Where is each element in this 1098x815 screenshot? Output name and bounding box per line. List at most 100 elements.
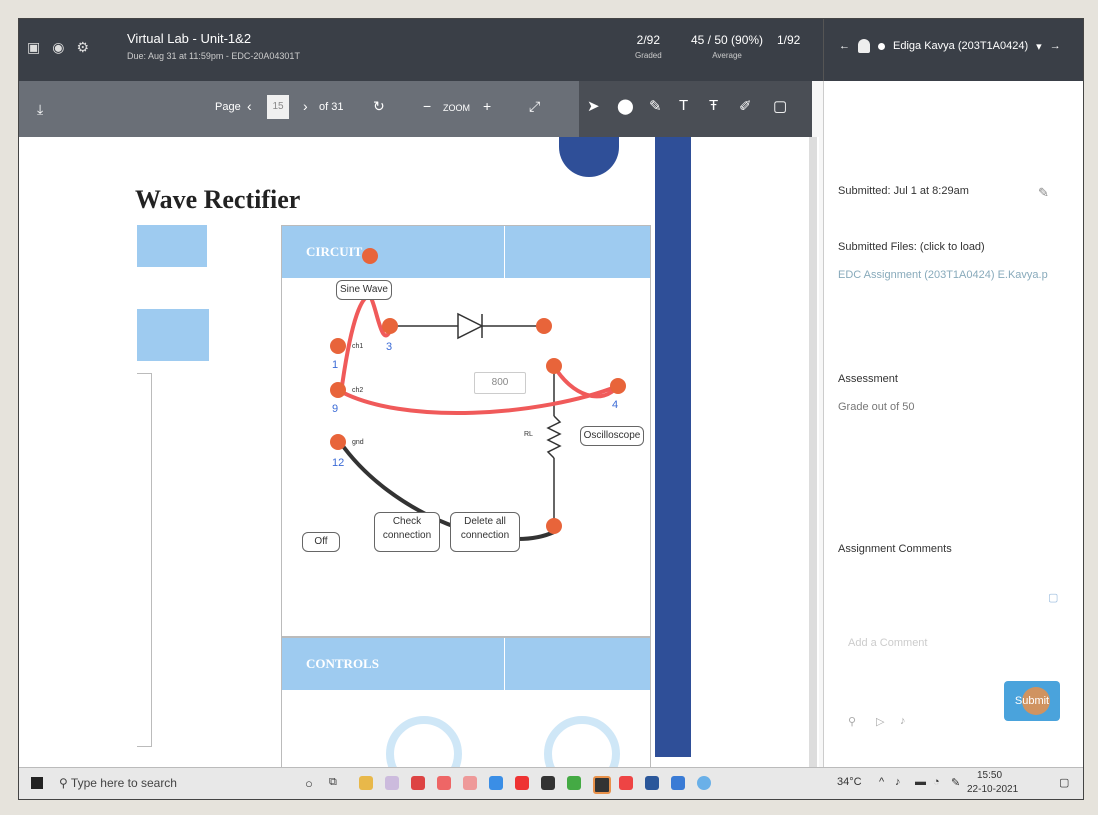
header-divider bbox=[823, 19, 824, 81]
node-label-9: 9 bbox=[332, 403, 338, 415]
left-panel-frame bbox=[137, 373, 152, 747]
pointer-icon[interactable]: ➤ bbox=[587, 97, 600, 115]
eye-icon[interactable]: ◉ bbox=[52, 39, 64, 56]
red-wire-osc bbox=[552, 364, 620, 399]
submit-button[interactable]: Submit bbox=[1004, 681, 1060, 721]
node-osc bbox=[610, 378, 626, 394]
tray-chevron-icon[interactable]: ^ bbox=[879, 776, 884, 788]
highlight-icon[interactable]: ✎ bbox=[649, 97, 662, 115]
off-button[interactable]: Off bbox=[302, 532, 340, 552]
zoom-out-icon[interactable]: − bbox=[423, 98, 431, 114]
pen-icon[interactable]: ✐ bbox=[739, 97, 752, 115]
wifi-icon[interactable]: ◔ bbox=[933, 776, 940, 788]
photos-icon[interactable] bbox=[671, 776, 685, 790]
gnd-label: gnd bbox=[352, 439, 364, 446]
prev-arrow-icon[interactable]: ← bbox=[839, 40, 850, 52]
assignment-comments-heading: Assignment Comments bbox=[838, 543, 952, 555]
submitted-date: Submitted: Jul 1 at 8:29am bbox=[838, 185, 969, 197]
word-icon[interactable] bbox=[645, 776, 659, 790]
app-icon-1[interactable] bbox=[385, 776, 399, 790]
download-icon[interactable]: ⤓ bbox=[37, 101, 43, 118]
app-icon-5[interactable] bbox=[541, 776, 555, 790]
volume-icon[interactable]: ♪ bbox=[895, 776, 901, 788]
gear-icon[interactable]: ⚙ bbox=[76, 39, 89, 56]
pencil-icon[interactable]: ✎ bbox=[1038, 185, 1049, 201]
node-ch1 bbox=[330, 338, 346, 354]
page-input[interactable]: 15 bbox=[267, 95, 289, 119]
sticky-notes-icon[interactable] bbox=[593, 776, 611, 794]
red-wire-sine bbox=[340, 293, 394, 387]
document-scrollbar[interactable] bbox=[809, 137, 817, 767]
node-3 bbox=[382, 318, 398, 334]
zoom-label: ZOOM bbox=[443, 103, 470, 113]
fullscreen-icon[interactable]: ⤢ bbox=[529, 98, 540, 115]
position-value: 1/92 bbox=[777, 33, 801, 47]
document-icon[interactable]: ▣ bbox=[27, 39, 40, 56]
node-label-1: 1 bbox=[332, 359, 338, 371]
attach-icon[interactable]: ⚲ bbox=[848, 715, 856, 728]
pen-tray-icon[interactable]: ✎ bbox=[951, 776, 960, 789]
app-icon-6[interactable] bbox=[619, 776, 633, 790]
assessment-heading: Assessment bbox=[838, 373, 898, 385]
document-area: Wave Rectifier CIRCUIT ch1 ch2 gnd 1 3 9… bbox=[19, 137, 819, 792]
rotate-icon[interactable]: ↻ bbox=[373, 98, 385, 115]
notification-icon[interactable]: ▢ bbox=[1059, 776, 1069, 789]
graded-stat: 2/92 Graded bbox=[635, 33, 662, 60]
check-connection-button[interactable]: Check connection bbox=[374, 512, 440, 552]
oscilloscope-button[interactable]: Oscilloscope bbox=[580, 426, 644, 446]
annotation-tools: ➤ ⬤ ✎ T Ŧ ✐ ▢ bbox=[579, 81, 812, 137]
weather-temp[interactable]: 34°C bbox=[837, 776, 862, 788]
media-icon[interactable]: ▷ bbox=[876, 715, 884, 728]
average-stat: 45 / 50 (90%) Average bbox=[691, 33, 763, 60]
app-icon-7[interactable] bbox=[697, 776, 711, 790]
windows-start-icon[interactable] bbox=[31, 777, 43, 789]
left-blue-block bbox=[137, 225, 207, 267]
page-heading: Wave Rectifier bbox=[135, 185, 301, 214]
taskbar-search[interactable]: ⚲ Type here to search bbox=[59, 776, 177, 790]
app-icon-2[interactable] bbox=[411, 776, 425, 790]
sine-wave-source[interactable]: Sine Wave bbox=[336, 280, 392, 300]
student-name[interactable]: Ediga Kavya (203T1A0424) bbox=[893, 40, 1028, 52]
submitted-files-label: Submitted Files: (click to load) bbox=[838, 241, 985, 253]
next-page-icon[interactable]: › bbox=[303, 98, 308, 114]
pin-icon[interactable]: ⬤ bbox=[617, 97, 634, 115]
submission-file-link[interactable]: EDC Assignment (203T1A0424) E.Kavya.pdf bbox=[838, 269, 1048, 281]
zoom-in-icon[interactable]: + bbox=[483, 98, 491, 114]
battery-icon[interactable]: ▬ bbox=[915, 776, 926, 788]
resistor-value-input[interactable]: 800 bbox=[474, 372, 526, 394]
edge-icon[interactable] bbox=[489, 776, 503, 790]
grading-panel: Submitted: Jul 1 at 8:29am ✎ Submitted F… bbox=[823, 81, 1083, 767]
file-explorer-icon[interactable] bbox=[359, 776, 373, 790]
office-icon[interactable] bbox=[515, 776, 529, 790]
next-arrow-icon[interactable]: → bbox=[1050, 40, 1061, 52]
node-diode-out bbox=[536, 318, 552, 334]
chrome-icon[interactable] bbox=[567, 776, 581, 790]
cortana-icon[interactable]: ○ bbox=[305, 776, 313, 791]
task-view-icon[interactable]: ⧉ bbox=[329, 776, 337, 789]
controls-panel: CONTROLS bbox=[281, 637, 651, 792]
text-icon[interactable]: T bbox=[679, 97, 688, 114]
chevron-down-icon[interactable]: ▾ bbox=[1036, 40, 1042, 53]
submit-label: Submit bbox=[1014, 695, 1050, 707]
area-select-icon[interactable]: ▢ bbox=[773, 97, 787, 115]
avatar bbox=[858, 39, 870, 53]
node-label-3: 3 bbox=[386, 341, 392, 353]
student-selector[interactable]: ← Ediga Kavya (203T1A0424) ▾ → bbox=[839, 39, 1061, 53]
controls-header: CONTROLS bbox=[282, 638, 650, 690]
grade-input-label[interactable]: Grade out of 50 bbox=[838, 401, 914, 413]
delete-all-button[interactable]: Delete all connection bbox=[450, 512, 520, 552]
audio-icon[interactable]: ♪ bbox=[900, 715, 906, 727]
prev-page-icon[interactable]: ‹ bbox=[247, 98, 252, 114]
comment-input[interactable]: Add a Comment bbox=[848, 637, 927, 649]
assignment-title: Virtual Lab - Unit-1&2 bbox=[127, 31, 252, 46]
app-icon-3[interactable] bbox=[437, 776, 451, 790]
top-header: ▣ ◉ ⚙ Virtual Lab - Unit-1&2 Due: Aug 31… bbox=[19, 19, 1083, 81]
app-icon-4[interactable] bbox=[463, 776, 477, 790]
taskbar-search-text: Type here to search bbox=[70, 776, 177, 790]
clock-time[interactable]: 15:50 bbox=[977, 770, 1002, 781]
clock-date[interactable]: 22-10-2021 bbox=[967, 784, 1018, 795]
resistor-symbol bbox=[546, 415, 562, 459]
strikeout-icon[interactable]: Ŧ bbox=[709, 97, 718, 114]
screen: ▣ ◉ ⚙ Virtual Lab - Unit-1&2 Due: Aug 31… bbox=[18, 18, 1084, 800]
comment-count-icon: ▢ bbox=[1048, 592, 1059, 604]
